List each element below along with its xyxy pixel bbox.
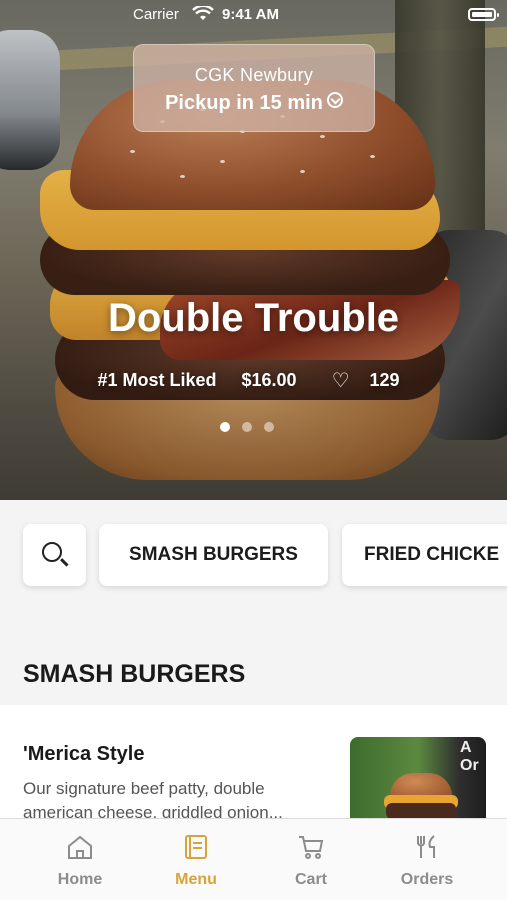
tab-home-label: Home: [57, 871, 103, 888]
carousel-dot[interactable]: [220, 422, 230, 432]
orders-icon: [417, 835, 435, 858]
menu-item-name: 'Merica Style: [23, 743, 145, 765]
carousel-dot[interactable]: [242, 422, 252, 432]
category-bar: SMASH BURGERS FRIED CHICKE: [0, 500, 507, 610]
likes-counter[interactable]: ♡ 129: [322, 370, 410, 392]
section-title: SMASH BURGERS: [23, 660, 246, 688]
tab-orders-label: Orders: [400, 871, 454, 888]
tab-orders[interactable]: Orders: [364, 819, 490, 900]
carousel-dots: [220, 422, 290, 434]
rank-label: #1 Most Liked: [97, 370, 217, 390]
battery-icon: [468, 8, 499, 21]
clock: 9:41 AM: [222, 6, 279, 23]
location-name: CGK Newbury: [194, 65, 314, 85]
thumb-patty: [386, 803, 456, 819]
cart-icon: [299, 836, 324, 859]
category-chip-smash-burgers[interactable]: SMASH BURGERS: [99, 524, 328, 586]
location-selector[interactable]: CGK Newbury Pickup in 15 min: [133, 44, 375, 132]
tab-home[interactable]: Home: [17, 819, 143, 900]
home-icon: [68, 835, 92, 859]
price-label: $16.00: [241, 370, 297, 390]
tab-cart-label: Cart: [294, 871, 327, 888]
heart-icon: ♡: [331, 370, 350, 392]
pickup-time: Pickup in 15 min: [134, 92, 374, 115]
chevron-down-icon: [326, 92, 343, 108]
menu-item-card[interactable]: 'Merica Style Our signature beef patty, …: [0, 705, 507, 837]
hero-meta: #1 Most Liked $16.00 ♡ 129: [0, 368, 507, 393]
thumb-sign-text: A Or: [460, 739, 479, 774]
pickup-label: Pickup in 15 min: [165, 92, 323, 114]
wifi-icon: [192, 4, 214, 26]
status-bar: Carrier 9:41 AM: [0, 0, 507, 30]
carousel-dot[interactable]: [264, 422, 274, 432]
tab-cart[interactable]: Cart: [248, 819, 374, 900]
carrier-label: Carrier: [133, 6, 179, 23]
tab-menu[interactable]: Menu: [133, 819, 259, 900]
search-button[interactable]: [23, 524, 86, 586]
tab-bar: Home Menu Cart Orders: [0, 818, 507, 900]
likes-count: 129: [369, 370, 400, 390]
hero-title: Double Trouble: [107, 296, 400, 340]
tab-menu-label: Menu: [175, 871, 217, 888]
menu-icon: [185, 835, 207, 859]
category-chip-fried-chicken[interactable]: FRIED CHICKE: [342, 524, 507, 586]
search-icon: [42, 542, 62, 562]
